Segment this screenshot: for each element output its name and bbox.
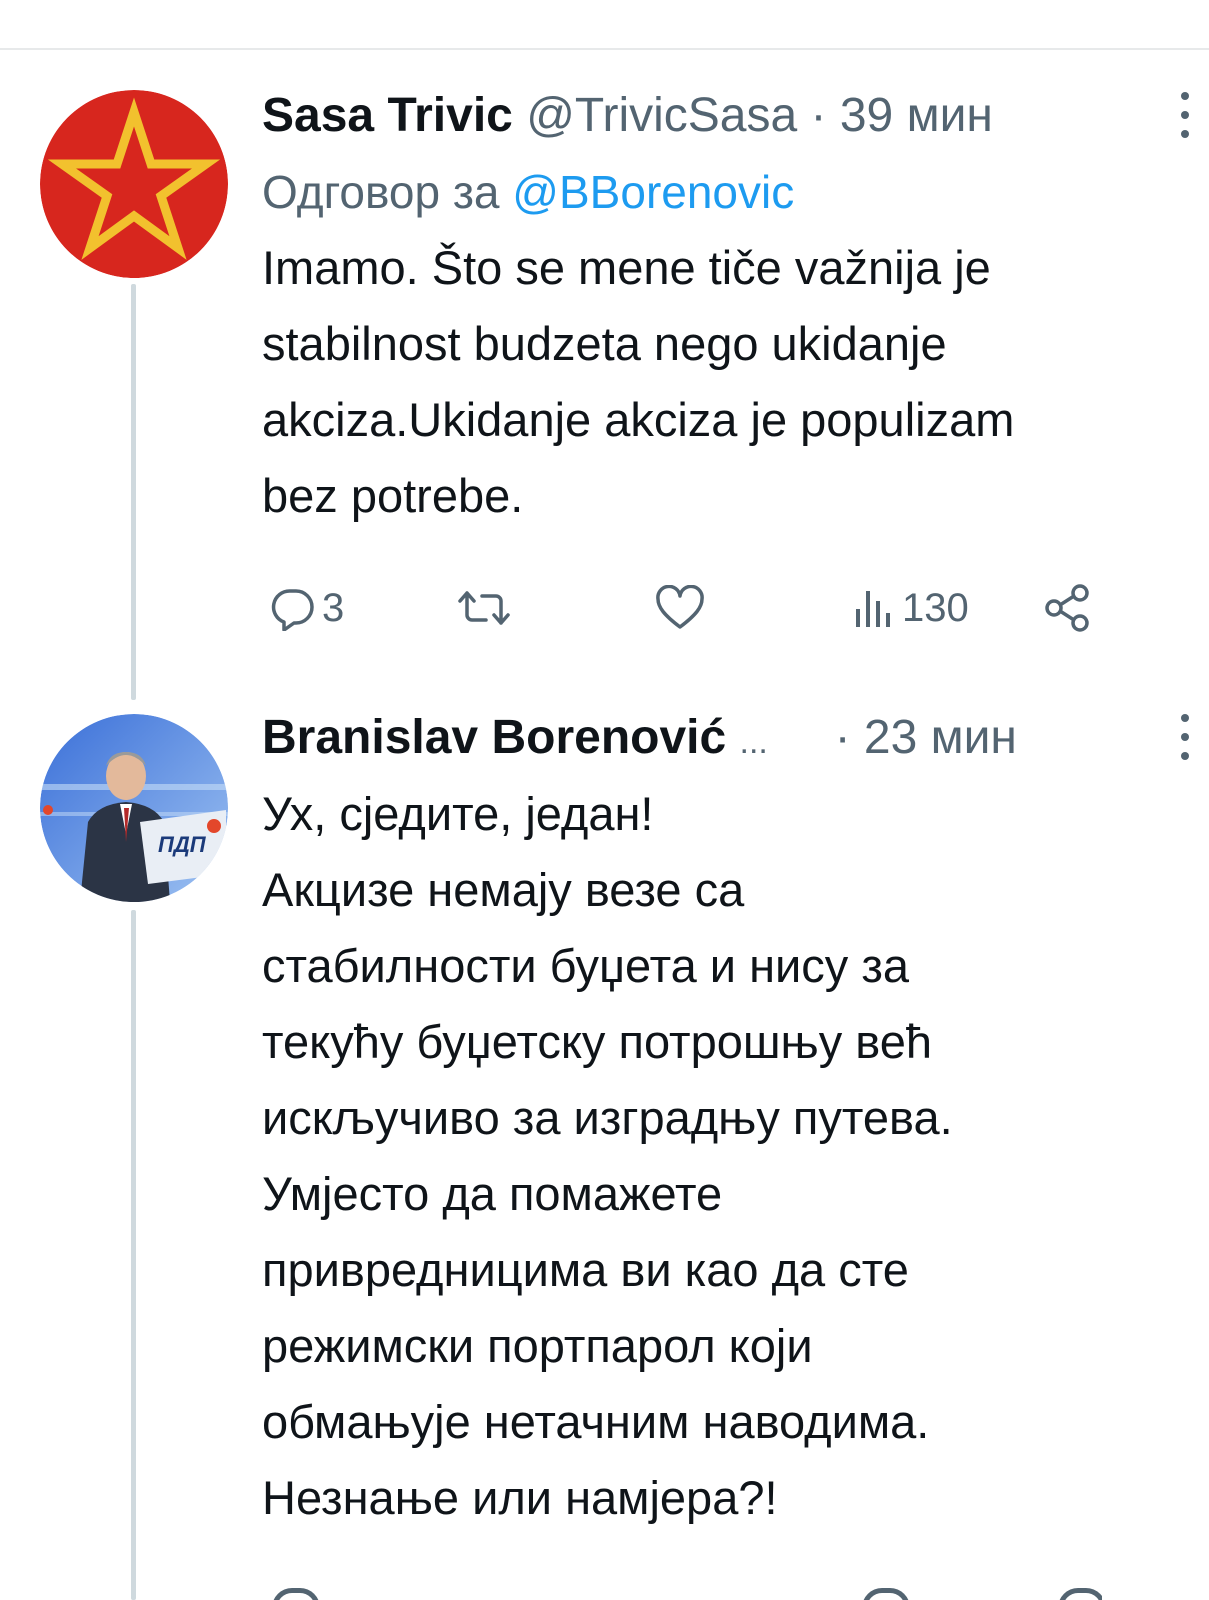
views-icon [856, 591, 890, 627]
svg-text:ПДП: ПДП [158, 832, 207, 857]
name-ellipsis: ... [739, 723, 768, 761]
avatar[interactable] [40, 90, 228, 278]
tweet-text-line: bez potrebe. [262, 469, 524, 522]
tweet-text: Ух, сједите, један! Акцизе немају везе с… [262, 776, 1169, 1536]
action-bar-partial [262, 1588, 1102, 1600]
tweet-text-line: режимски портпарол који [262, 1319, 813, 1372]
speaker-photo: ПДП [40, 714, 228, 902]
tweet-text-line: Ух, сједите, један! [262, 787, 654, 840]
reply-count: 3 [322, 585, 345, 630]
thread-line [131, 284, 136, 700]
reply-button[interactable]: 3 [270, 578, 344, 638]
author-name[interactable]: Sasa Trivic [262, 89, 513, 142]
tweet[interactable]: ПДП Branislav Borenović ... · 23 мин Ух,… [0, 700, 1209, 1600]
action-bar: 3 130 [262, 578, 1102, 638]
tweet-text-line: стабилности буџета и нису за [262, 939, 910, 992]
tweet-header: Sasa Trivic @TrivicSasa · 39 мин [262, 78, 1189, 154]
tweet-time[interactable]: 23 мин [864, 711, 1017, 764]
reply-to-line: Одговор за @BBorenovic [262, 154, 1169, 230]
tweet-text-line: Акцизе немају везе са [262, 863, 745, 916]
more-icon[interactable] [1179, 712, 1191, 762]
tweet-text-line: искључиво за изградњу путева. [262, 1091, 953, 1144]
tweet-time[interactable]: 39 мин [840, 89, 993, 142]
reply-prefix: Одговор за [262, 166, 500, 218]
share-icon[interactable] [1058, 1588, 1102, 1600]
views-icon[interactable] [862, 1588, 910, 1600]
tweet-text: Imamo. Što se mene tiče važnija je stabi… [262, 230, 1169, 534]
tweet-text-line: Imamo. Što se mene tiče važnija je [262, 241, 991, 294]
tweet[interactable]: Sasa Trivic @TrivicSasa · 39 мин Одговор… [0, 78, 1209, 700]
tweet-text-line: текућу буџетску потрошњу већ [262, 1015, 933, 1068]
tweet-header: Branislav Borenović ... · 23 мин [262, 700, 1189, 776]
separator: · [834, 711, 851, 764]
reply-icon [271, 589, 314, 631]
like-icon [656, 585, 704, 629]
tweet-text-line: Незнање или намјера?! [262, 1471, 778, 1524]
share-button[interactable] [1042, 578, 1094, 638]
avatar[interactable]: ПДП [40, 714, 228, 902]
thread-line [131, 910, 136, 1600]
tweet-text-line: Умјесто да помажете [262, 1167, 723, 1220]
top-divider [0, 48, 1209, 50]
retweet-button[interactable] [454, 578, 514, 638]
reply-icon[interactable] [272, 1588, 320, 1600]
views-button[interactable]: 130 [852, 578, 969, 638]
tweet-text-line: stabilnost budzeta nego ukidanje [262, 317, 947, 370]
tweet-content: Branislav Borenović ... · 23 мин Ух, сје… [262, 700, 1189, 1536]
more-icon[interactable] [1179, 90, 1191, 140]
author-handle[interactable]: @TrivicSasa [526, 89, 797, 142]
red-star-icon [40, 90, 228, 278]
tweet-content: Sasa Trivic @TrivicSasa · 39 мин Одговор… [262, 78, 1189, 534]
tweet-text-line: обмањује нетачним наводима. [262, 1395, 930, 1448]
author-name[interactable]: Branislav Borenović [262, 711, 726, 764]
reply-mention-link[interactable]: @BBorenovic [512, 166, 794, 218]
share-icon [1045, 584, 1089, 632]
views-count: 130 [902, 585, 969, 630]
retweet-icon [458, 591, 510, 625]
tweet-text-line: akciza.Ukidanje akciza je populizam [262, 393, 1015, 446]
tweet-text-line: привредницима ви као да сте [262, 1243, 909, 1296]
separator: · [810, 89, 827, 142]
like-button[interactable] [654, 578, 706, 638]
